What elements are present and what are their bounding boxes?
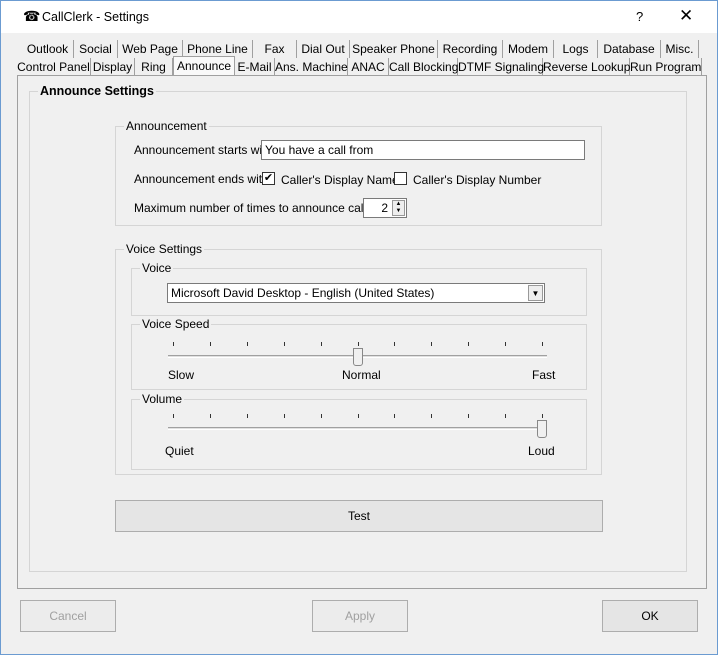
tab-call-blocking[interactable]: Call Blocking	[389, 58, 458, 76]
spinner-arrows[interactable]: ▲ ▼	[392, 200, 405, 216]
tab-outlook[interactable]: Outlook	[22, 40, 74, 58]
tab-database[interactable]: Database	[598, 40, 661, 58]
chevron-down-icon[interactable]: ▼	[528, 285, 543, 301]
slider-tick	[283, 342, 285, 346]
tab-fax[interactable]: Fax	[253, 40, 297, 58]
tab-anac[interactable]: ANAC	[348, 58, 389, 76]
cancel-button[interactable]: Cancel	[20, 600, 116, 632]
display-number-label: Caller's Display Number	[413, 173, 542, 187]
ends-label: Announcement ends with:	[134, 172, 273, 186]
slow-label: Slow	[168, 368, 195, 382]
slider-tick	[394, 414, 396, 418]
tab-recording[interactable]: Recording	[438, 40, 503, 58]
slider-track	[168, 427, 547, 430]
close-button[interactable]: ✕	[679, 6, 693, 26]
slider-tick	[209, 414, 211, 418]
test-button[interactable]: Test	[115, 500, 603, 532]
slider-tick	[283, 414, 285, 418]
ok-button[interactable]: OK	[602, 600, 698, 632]
display-name-label: Caller's Display Name	[281, 173, 399, 187]
slider-tick	[173, 414, 174, 418]
slider-tick	[468, 342, 470, 346]
tab-modem[interactable]: Modem	[503, 40, 554, 58]
volume-title: Volume	[140, 392, 185, 406]
tab-logs[interactable]: Logs	[554, 40, 598, 58]
slider-tick	[505, 342, 507, 346]
voice-speed-title: Voice Speed	[140, 317, 212, 331]
slider-tick	[320, 414, 322, 418]
tab-display[interactable]: Display	[91, 58, 135, 76]
tab-speaker-phone[interactable]: Speaker Phone	[350, 40, 438, 58]
group-title: Announce Settings	[38, 84, 156, 98]
apply-button[interactable]: Apply	[312, 600, 408, 632]
slider-tick	[542, 342, 543, 346]
voice-settings-title: Voice Settings	[124, 242, 205, 256]
slider-tick	[394, 342, 396, 346]
window-title: CallClerk - Settings	[42, 10, 149, 24]
slider-tick	[431, 342, 433, 346]
volume-group: Volume Quiet Loud	[131, 392, 587, 470]
voice-speed-group: Voice Speed Slow Normal Fast	[131, 317, 587, 390]
slider-tick	[320, 342, 322, 346]
announcement-title: Announcement	[124, 119, 209, 133]
title-bar: ☎ CallClerk - Settings ? ✕	[1, 1, 717, 33]
starts-with-input[interactable]: You have a call from	[261, 140, 585, 160]
slider-tick	[505, 414, 507, 418]
tab-run-program[interactable]: Run Program	[630, 58, 702, 76]
voice-value: Microsoft David Desktop - English (Unite…	[171, 286, 435, 300]
announcement-group: Announcement Announcement starts with: Y…	[115, 119, 602, 226]
voice-group: Voice Microsoft David Desktop - English …	[131, 261, 587, 316]
tab-control-panel[interactable]: Control Panel	[17, 58, 91, 76]
voice-settings-group: Voice Settings Voice Microsoft David Des…	[115, 242, 602, 475]
tab-ans-machine[interactable]: Ans. Machine	[275, 58, 348, 76]
settings-window: ☎ CallClerk - Settings ? ✕ Outlook Social…	[0, 0, 718, 655]
voice-select[interactable]: Microsoft David Desktop - English (Unite…	[167, 283, 545, 303]
slider-thumb[interactable]	[537, 420, 547, 438]
telephone-icon: ☎	[23, 8, 41, 24]
tab-dial-out[interactable]: Dial Out	[297, 40, 350, 58]
slider-tick	[246, 414, 248, 418]
slider-tick	[542, 414, 543, 418]
loud-label: Loud	[528, 444, 555, 458]
announce-settings-group: Announce Settings Announcement Announcem…	[29, 84, 687, 572]
tab-ring[interactable]: Ring	[135, 58, 173, 76]
help-button[interactable]: ?	[636, 9, 643, 24]
voice-title: Voice	[140, 261, 174, 275]
tab-reverse-lookup[interactable]: Reverse Lookup	[543, 58, 630, 76]
fast-label: Fast	[532, 368, 556, 382]
slider-tick	[357, 414, 359, 418]
slider-tick	[357, 342, 359, 346]
tab-misc[interactable]: Misc.	[661, 40, 699, 58]
starts-label: Announcement starts with:	[134, 143, 276, 157]
display-name-checkbox[interactable]: ✔	[262, 172, 275, 185]
normal-label: Normal	[342, 368, 381, 382]
tab-e-mail[interactable]: E-Mail	[235, 58, 275, 76]
slider-tick	[431, 414, 433, 418]
tab-dtmf-signaling[interactable]: DTMF Signaling	[458, 58, 544, 76]
slider-tick	[246, 342, 248, 346]
tab-announce[interactable]: Announce	[173, 56, 235, 76]
display-number-checkbox[interactable]	[394, 172, 407, 185]
max-times-label: Maximum number of times to announce call…	[134, 201, 381, 215]
tab-panel-announce: Announce Settings Announcement Announcem…	[17, 75, 707, 589]
slider-tick	[173, 342, 174, 346]
slider-thumb[interactable]	[352, 348, 363, 366]
tab-social[interactable]: Social	[74, 40, 118, 58]
quiet-label: Quiet	[165, 444, 194, 458]
slider-tick	[468, 414, 470, 418]
slider-tick	[209, 342, 211, 346]
